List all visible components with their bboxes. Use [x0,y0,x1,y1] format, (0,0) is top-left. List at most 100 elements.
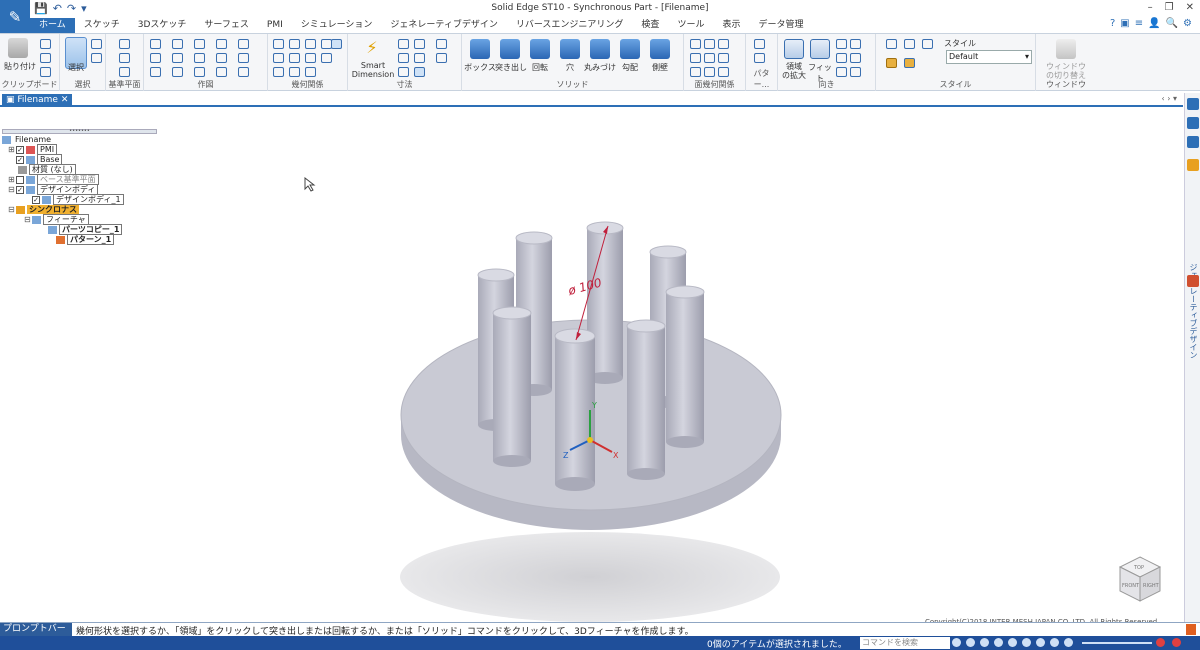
view-iso-icon[interactable] [886,39,897,49]
view-cube-right[interactable]: RIGHT [1143,583,1160,589]
checkbox-icon[interactable]: ✓ [16,185,24,194]
extend-icon[interactable] [172,67,183,77]
user-icon[interactable]: 👤 [1148,18,1160,29]
paste-icon[interactable] [8,38,28,58]
round-icon[interactable] [590,39,610,59]
trim-icon[interactable] [172,53,183,63]
plane-angle-icon[interactable] [119,67,130,77]
checkbox-icon[interactable] [16,175,24,184]
view-orientation-icon[interactable] [1050,638,1059,647]
thin-wall-icon[interactable] [650,39,670,59]
face-concentric-icon[interactable] [704,39,715,49]
tab-tools[interactable]: ツール [668,18,713,33]
tab-sketch[interactable]: スケッチ [75,18,129,33]
doc-nav-arrows[interactable]: ‹ › ▾ [1162,94,1178,103]
parallel-icon[interactable] [289,39,300,49]
symmetric-diameter-icon[interactable] [414,53,425,63]
plane-coincident-icon[interactable] [119,53,130,63]
view-top-icon[interactable] [922,39,933,49]
gear-icon[interactable]: ⚙ [1183,18,1192,29]
line-icon[interactable] [150,39,161,49]
angle-icon[interactable] [414,39,425,49]
checkbox-icon[interactable]: ✓ [16,155,24,164]
alert-icon[interactable] [1156,638,1165,647]
plane-icon[interactable] [119,39,130,49]
tab-pmi[interactable]: PMI [258,18,292,33]
smart-dimension-label[interactable]: Smart Dimension [350,61,396,79]
box-label[interactable]: ボックス [464,62,496,73]
mirror-pattern-icon[interactable] [754,53,765,63]
shading-icon[interactable] [1064,638,1073,647]
key-icon[interactable] [1187,159,1199,171]
pan-icon[interactable] [850,39,861,49]
cut-icon[interactable] [40,39,51,49]
text-a-icon[interactable] [436,39,447,49]
revolve-icon[interactable] [530,39,550,59]
hole-label[interactable]: 穴 [556,62,584,73]
zoom-area-icon[interactable] [980,638,989,647]
tab-generative-design[interactable]: ジェネレーティブデザイン [381,18,506,33]
panel-layers-icon[interactable] [1187,136,1199,148]
thin-wall-label[interactable]: 側壁 [646,62,674,73]
mirror-icon[interactable] [216,67,227,77]
rotate-icon[interactable] [1022,638,1031,647]
face-coplanar-icon[interactable] [690,39,701,49]
zoom-icon[interactable] [836,39,847,49]
view-front-icon[interactable] [904,39,915,49]
split-icon[interactable] [194,67,205,77]
switch-window-label[interactable]: ウィンドウ の切り替え [1036,62,1096,80]
expand-icon[interactable]: ⊞ [8,175,16,185]
3d-viewport[interactable]: ø 100 Y X Z [380,200,800,625]
offset-icon[interactable] [194,53,205,63]
zoom-slider[interactable] [1082,642,1152,644]
prompt-options-icon[interactable] [1186,624,1196,635]
hole-icon[interactable] [560,39,580,59]
view-cube-front[interactable]: FRONT [1122,583,1140,589]
coordinate-icon[interactable] [398,53,409,63]
text-b-icon[interactable] [436,53,447,63]
switch-window-icon[interactable] [1056,39,1076,59]
box-icon[interactable] [470,39,490,59]
fillet-icon[interactable] [216,39,227,49]
format-painter-icon[interactable] [40,67,51,77]
collapse-icon[interactable]: ⊟ [8,205,16,215]
tab-view[interactable]: 表示 [713,18,749,33]
panel-library-icon[interactable] [1187,117,1199,129]
equal-icon[interactable] [289,53,300,63]
collinear-icon[interactable] [289,67,300,77]
copy-icon[interactable] [40,53,51,63]
face-perpendicular-icon[interactable] [704,53,715,63]
tab-simulation[interactable]: シミュレーション [292,18,382,33]
distance-icon[interactable] [398,39,409,49]
zoom-area-icon[interactable] [784,39,804,59]
extrude-label[interactable]: 突き出し [494,62,528,73]
spin-icon[interactable] [850,53,861,63]
saved-view-icon[interactable] [850,67,861,77]
zoom-icon[interactable] [994,638,1003,647]
dimension-style-icon[interactable] [398,67,409,77]
pattern-icon[interactable] [754,39,765,49]
extrude-icon[interactable] [500,39,520,59]
rectangle-icon[interactable] [150,53,161,63]
sketch-color-icon[interactable] [238,39,249,49]
tree-item-design-body-1[interactable]: ✓ デザインボディ_1 [32,194,124,205]
spin-icon[interactable] [1036,638,1045,647]
tangent-icon[interactable] [305,53,316,63]
fit-view-icon[interactable] [966,638,975,647]
arc-icon[interactable] [172,39,183,49]
curve-icon[interactable] [194,39,205,49]
draft-icon[interactable] [620,39,640,59]
tree-item-pattern[interactable]: パターン_1 [56,234,115,245]
tab-surface[interactable]: サーフェス [195,18,257,33]
error-icon[interactable] [1172,638,1181,647]
help-icon[interactable]: ? [1110,18,1115,29]
document-tab[interactable]: ▣ Filename ✕ [2,94,73,107]
project-icon[interactable] [238,53,249,63]
dimension-axis-icon[interactable] [414,67,425,77]
close-tab-icon[interactable]: ✕ [61,95,69,105]
revolve-label[interactable]: 回転 [526,62,554,73]
rotate-icon[interactable] [836,53,847,63]
minimize-button[interactable]: – [1148,2,1153,13]
select-filter-icon[interactable] [91,39,102,49]
select-manager-icon[interactable] [91,53,102,63]
